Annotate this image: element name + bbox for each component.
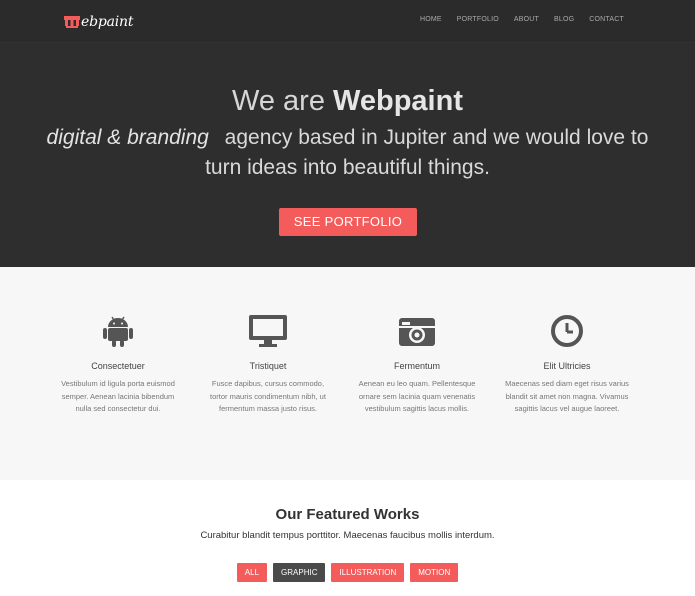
section-title: Our Featured Works	[275, 506, 420, 523]
nav-about[interactable]: ABOUT	[514, 16, 539, 23]
filter-all-button[interactable]: ALL	[236, 563, 268, 582]
features-section: Consectetuer Vestibulum id ligula porta …	[0, 267, 695, 480]
camera-icon	[352, 313, 482, 349]
feature-text: Fusce dapibus, cursus commodo, tortor ma…	[210, 379, 326, 413]
logo-text: ebpaint	[81, 14, 134, 30]
paint-brush-logo-icon	[64, 16, 80, 28]
feature-text: Maecenas sed diam eget risus varius blan…	[505, 379, 629, 413]
nav-home[interactable]: HOME	[420, 16, 442, 23]
feature-item: Fermentum Aenean eu leo quam. Pellentesq…	[352, 313, 482, 416]
feature-title: Fermentum	[393, 361, 440, 371]
hero-title: We are Webpaint	[0, 85, 695, 118]
hero-title-brand: Webpaint	[333, 85, 463, 117]
hero-title-prefix: We are	[232, 85, 334, 117]
nav-blog[interactable]: BLOG	[554, 16, 574, 23]
filter-illustration-button[interactable]: ILLUSTRATION	[331, 563, 405, 582]
feature-text: Vestibulum id ligula porta euismod sempe…	[61, 379, 175, 413]
feature-item: Elit Ultricies Maecenas sed diam eget ri…	[502, 313, 632, 416]
top-navbar: ebpaint HOME PORTFOLIO ABOUT BLOG CONTAC…	[0, 0, 695, 43]
filter-graphic-button[interactable]: GRAPHIC	[273, 563, 326, 582]
feature-item: Consectetuer Vestibulum id ligula porta …	[53, 313, 183, 416]
clock-icon	[502, 313, 632, 349]
section-subtitle: Curabitur blandit tempus porttitor. Maec…	[200, 530, 495, 541]
hero-sub-line1: agency based in Jupiter and we would lov…	[224, 126, 649, 149]
feature-item: Tristiquet Fusce dapibus, cursus commodo…	[203, 313, 333, 416]
main-nav: HOME PORTFOLIO ABOUT BLOG CONTACT	[405, 16, 624, 23]
featured-works-section: Our Featured Works Curabitur blandit tem…	[0, 480, 695, 596]
hero-sub-italic: digital & branding	[46, 126, 209, 149]
monitor-icon	[203, 313, 333, 349]
feature-title: Consectetuer	[91, 361, 145, 371]
hero-subtitle: digital & branding agency based in Jupit…	[0, 123, 695, 183]
android-icon	[53, 313, 183, 349]
nav-portfolio[interactable]: PORTFOLIO	[457, 16, 499, 23]
feature-text: Aenean eu leo quam. Pellentesque ornare …	[358, 379, 476, 413]
hero-section: We are Webpaint digital & branding agenc…	[0, 43, 695, 267]
filter-motion-button[interactable]: MOTION	[410, 563, 459, 582]
feature-title: Tristiquet	[249, 361, 287, 371]
feature-title: Elit Ultricies	[543, 361, 591, 371]
nav-contact[interactable]: CONTACT	[589, 16, 624, 23]
portfolio-filters: ALL GRAPHIC ILLUSTRATION MOTION	[0, 563, 695, 582]
see-portfolio-button[interactable]: SEE PORTFOLIO	[279, 208, 417, 236]
hero-sub-line2: turn ideas into beautiful things.	[205, 156, 490, 179]
logo[interactable]: ebpaint	[64, 14, 133, 30]
